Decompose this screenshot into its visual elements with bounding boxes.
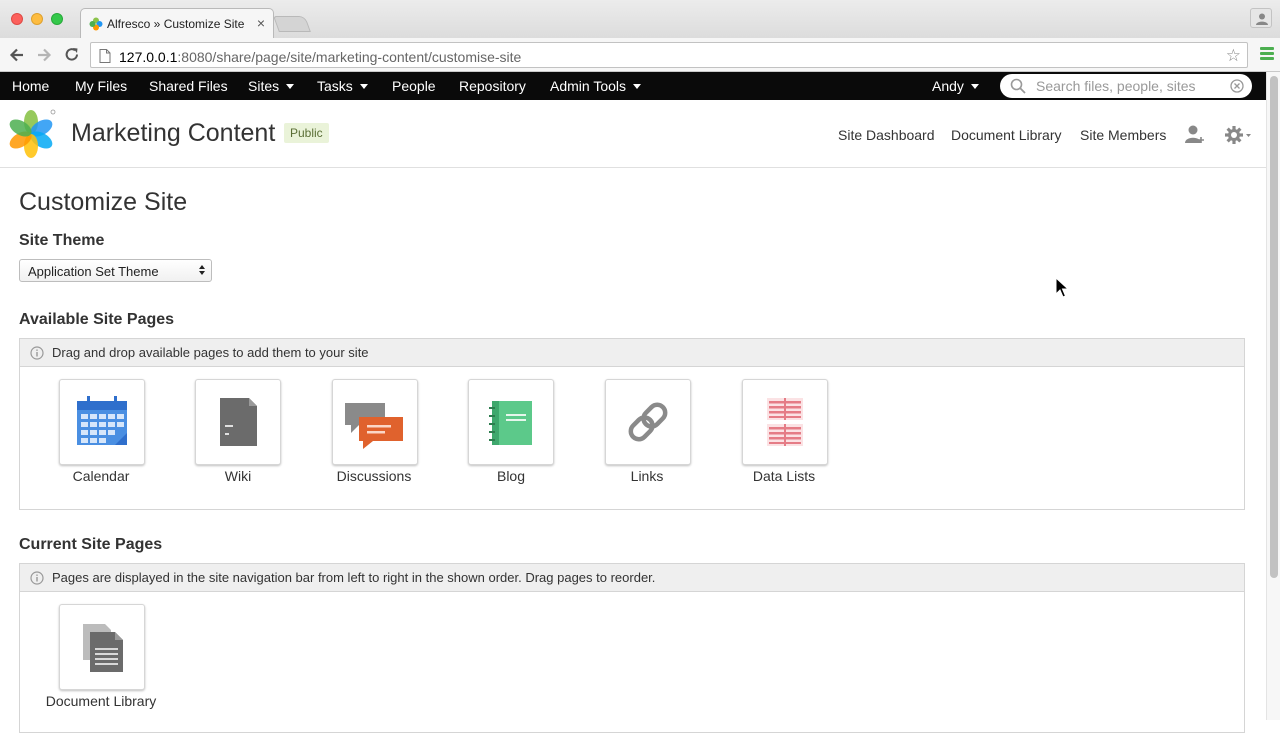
- nav-sites-menu[interactable]: Sites: [248, 78, 295, 94]
- search-box: [1000, 74, 1252, 98]
- page-tile-document-library-label: Document Library: [45, 693, 157, 709]
- tab-close-icon[interactable]: ×: [257, 15, 265, 31]
- available-pages-info-text: Drag and drop available pages to add the…: [52, 345, 369, 360]
- page-tile-calendar[interactable]: [59, 379, 145, 465]
- calendar-icon: [77, 396, 127, 445]
- browser-tab[interactable]: Alfresco » Customize Site ×: [80, 8, 274, 38]
- page-tile-calendar-label: Calendar: [72, 468, 130, 484]
- clear-search-icon[interactable]: [1230, 79, 1244, 93]
- back-button[interactable]: [7, 45, 27, 65]
- current-pages-heading: Current Site Pages: [19, 536, 163, 553]
- url-path: :8080/share/page/site/marketing-content/…: [177, 49, 522, 65]
- site-theme-value: Application Set Theme: [28, 264, 159, 279]
- site-header: Marketing Content Public Site Dashboard …: [0, 100, 1266, 168]
- site-theme-select[interactable]: Application Set Theme: [19, 259, 212, 282]
- reload-icon: [65, 48, 78, 61]
- bookmark-star-icon[interactable]: ☆: [1226, 46, 1241, 66]
- nav-home[interactable]: Home: [12, 78, 49, 94]
- discussions-icon: [345, 403, 403, 449]
- site-nav-dashboard[interactable]: Site Dashboard: [838, 127, 935, 143]
- mouse-cursor-icon: [1055, 277, 1069, 298]
- tab-title: Alfresco » Customize Site: [107, 17, 245, 31]
- current-pages-panel: Pages are displayed in the site navigati…: [19, 563, 1245, 733]
- browser-menu-button[interactable]: [1260, 47, 1274, 63]
- wiki-icon: [220, 398, 257, 446]
- links-icon: [628, 402, 668, 442]
- page-tile-blog-label: Blog: [496, 468, 526, 484]
- caret-down-icon: [359, 83, 368, 89]
- new-tab-button[interactable]: [273, 16, 311, 32]
- page-title: Customize Site: [19, 188, 188, 216]
- nav-my-files[interactable]: My Files: [75, 78, 127, 94]
- scrollbar-thumb[interactable]: [1270, 76, 1278, 578]
- nav-people[interactable]: People: [392, 78, 436, 94]
- reload-button[interactable]: [62, 45, 82, 65]
- alfresco-logo-icon: [9, 109, 56, 158]
- nav-tasks-menu[interactable]: Tasks: [317, 78, 368, 94]
- site-theme-heading: Site Theme: [19, 232, 105, 249]
- browser-titlebar: Alfresco » Customize Site ×: [0, 0, 1280, 38]
- add-user-icon[interactable]: [1184, 124, 1206, 146]
- site-visibility-badge: Public: [284, 123, 329, 143]
- gear-icon[interactable]: [1224, 124, 1256, 146]
- app-header-bar: Home My Files Shared Files Sites Tasks P…: [0, 72, 1266, 100]
- forward-button[interactable]: [34, 45, 54, 65]
- user-menu[interactable]: Andy: [932, 78, 979, 94]
- page-tile-data-lists[interactable]: [742, 379, 828, 465]
- page-tile-wiki[interactable]: [195, 379, 281, 465]
- nav-repository[interactable]: Repository: [459, 78, 526, 94]
- current-pages-info-text: Pages are displayed in the site navigati…: [52, 570, 656, 585]
- address-bar[interactable]: 127.0.0.1:8080/share/page/site/marketing…: [90, 42, 1248, 68]
- data-lists-icon: [767, 398, 803, 446]
- site-title: Marketing Content: [71, 119, 276, 147]
- page-tile-links[interactable]: [605, 379, 691, 465]
- nav-people-label: People: [392, 78, 436, 94]
- caret-down-icon: [633, 83, 642, 89]
- info-icon: [30, 346, 44, 360]
- browser-profile-button[interactable]: [1250, 8, 1272, 28]
- document-library-icon: [83, 624, 123, 672]
- nav-tasks-label: Tasks: [317, 78, 353, 94]
- page-scrollbar[interactable]: [1266, 72, 1280, 720]
- user-name: Andy: [932, 78, 964, 94]
- page-tile-wiki-label: Wiki: [224, 468, 252, 484]
- nav-admin-tools-menu[interactable]: Admin Tools: [550, 78, 642, 94]
- close-window-button[interactable]: [11, 13, 23, 25]
- url-host: 127.0.0.1: [119, 49, 178, 65]
- search-icon: [1010, 78, 1026, 94]
- page-tile-discussions-label: Discussions: [336, 468, 412, 484]
- browser-toolbar: 127.0.0.1:8080/share/page/site/marketing…: [0, 38, 1280, 72]
- back-arrow-icon: [9, 48, 23, 62]
- blog-icon: [489, 401, 532, 445]
- caret-down-icon: [286, 83, 295, 89]
- select-arrows-icon: [199, 265, 205, 275]
- page-tile-data-lists-label: Data Lists: [752, 468, 816, 484]
- page-tile-discussions[interactable]: [332, 379, 418, 465]
- forward-arrow-icon: [38, 48, 52, 62]
- nav-my-files-label: My Files: [75, 78, 128, 94]
- caret-down-icon: [970, 83, 979, 89]
- current-pages-info: Pages are displayed in the site navigati…: [20, 564, 1244, 592]
- available-pages-info: Drag and drop available pages to add the…: [20, 339, 1244, 367]
- available-pages-heading: Available Site Pages: [19, 311, 175, 328]
- nav-shared-files-label: Shared Files: [149, 78, 228, 94]
- site-nav-document-library[interactable]: Document Library: [951, 127, 1062, 143]
- nav-admin-tools-label: Admin Tools: [550, 78, 627, 94]
- nav-shared-files[interactable]: Shared Files: [149, 78, 228, 94]
- zoom-window-button[interactable]: [51, 13, 63, 25]
- page-icon: [99, 49, 111, 63]
- site-nav-members[interactable]: Site Members: [1080, 127, 1166, 143]
- nav-sites-label: Sites: [248, 78, 280, 94]
- search-input[interactable]: [1036, 77, 1226, 95]
- person-icon: [1256, 13, 1268, 25]
- nav-home-label: Home: [12, 78, 50, 94]
- nav-repository-label: Repository: [459, 78, 526, 94]
- alfresco-favicon-icon: [89, 17, 103, 31]
- info-icon: [30, 571, 44, 585]
- page-tile-blog[interactable]: [468, 379, 554, 465]
- page-tile-links-label: Links: [630, 468, 664, 484]
- page-tile-document-library[interactable]: [59, 604, 145, 690]
- minimize-window-button[interactable]: [31, 13, 43, 25]
- url-text: 127.0.0.1:8080/share/page/site/marketing…: [119, 49, 521, 65]
